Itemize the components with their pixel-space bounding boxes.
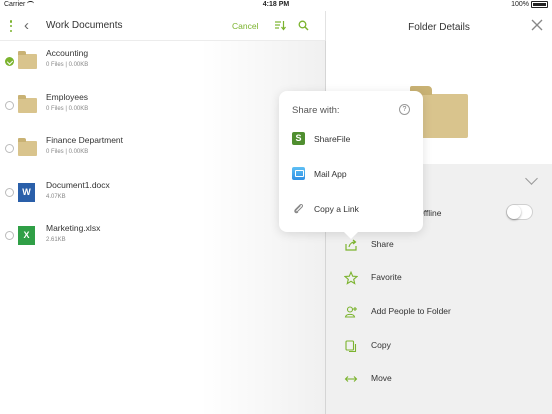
folder-icon: [18, 138, 37, 156]
selection-checkbox[interactable]: [5, 231, 14, 240]
share-option-copy-link[interactable]: Copy a Link: [279, 199, 423, 219]
file-name: Employees: [46, 91, 89, 102]
selection-checkbox[interactable]: [5, 187, 14, 197]
share-option-mail-app[interactable]: Mail App: [279, 164, 423, 184]
word-doc-icon: W: [18, 182, 35, 202]
action-label: Share: [371, 239, 394, 249]
folder-icon: [18, 94, 37, 113]
sharefile-icon: S: [292, 132, 305, 145]
move-icon: [344, 376, 358, 382]
file-row-finance-department[interactable]: Finance Department 0 Files | 0.00KB: [0, 128, 325, 172]
star-icon: [344, 271, 358, 285]
share-popover: Share with: ? S ShareFile Mail App Copy …: [279, 91, 423, 239]
file-list: Accounting 0 Files | 0.00KB Employees 0 …: [0, 41, 325, 259]
file-row-marketing[interactable]: X Marketing.xlsx 2.61KB: [0, 215, 325, 259]
selection-checkbox[interactable]: [5, 144, 14, 153]
action-move[interactable]: Move: [326, 370, 552, 390]
file-meta: 0 Files | 0.00KB: [46, 62, 89, 68]
share-option-label: Copy a Link: [314, 204, 359, 214]
file-meta: 4.07KB: [46, 193, 66, 200]
folder-title: Work Documents: [46, 20, 123, 31]
sort-icon[interactable]: [274, 19, 286, 31]
battery-indicator: 100%: [511, 1, 548, 8]
file-row-accounting[interactable]: Accounting 0 Files | 0.00KB: [0, 41, 325, 85]
file-meta: 2.61KB: [46, 237, 66, 243]
mail-icon: [292, 167, 305, 180]
file-name: Finance Department: [46, 135, 124, 145]
action-label: Copy: [371, 340, 391, 350]
search-icon[interactable]: [298, 20, 309, 31]
details-title: Folder Details: [408, 22, 470, 33]
action-add-people[interactable]: Add People to Folder: [326, 303, 552, 323]
file-row-document1[interactable]: W Document1.docx 4.07KB: [0, 172, 325, 216]
copy-icon: [345, 340, 357, 353]
action-copy[interactable]: Copy: [326, 337, 552, 357]
battery-percent: 100%: [511, 1, 529, 8]
selection-checkbox[interactable]: [5, 100, 14, 110]
folder-icon: [18, 51, 37, 69]
help-icon[interactable]: ?: [399, 104, 410, 115]
file-name: Accounting: [46, 48, 89, 58]
action-label: Move: [371, 373, 392, 383]
paperclip-icon: [294, 203, 304, 214]
close-icon[interactable]: [531, 19, 543, 31]
popover-title: Share with:: [292, 105, 340, 116]
chevron-down-icon[interactable]: [525, 172, 538, 185]
share-icon: [345, 239, 357, 251]
cancel-button[interactable]: Cancel: [232, 21, 258, 31]
file-name: Marketing.xlsx: [46, 223, 101, 233]
share-option-label: ShareFile: [314, 134, 351, 144]
file-row-employees[interactable]: Employees 0 Files | 0.00KB: [0, 85, 325, 129]
file-meta: 0 Files | 0.00KB: [46, 149, 89, 155]
action-label: Favorite: [371, 272, 402, 282]
excel-doc-icon: X: [18, 226, 35, 245]
status-bar: Carrier 4:18 PM 100%: [0, 0, 552, 11]
file-browser-header: ‹ Work Documents Cancel: [0, 11, 325, 41]
share-option-sharefile[interactable]: S ShareFile: [279, 129, 423, 149]
action-label: Add People to Folder: [371, 306, 451, 316]
file-name: Document1.docx: [46, 179, 110, 190]
add-person-icon: [344, 306, 357, 318]
more-menu-icon[interactable]: [9, 20, 13, 32]
selection-checkbox[interactable]: [5, 57, 14, 66]
file-meta: 0 Files | 0.00KB: [46, 105, 89, 112]
file-browser-pane: ‹ Work Documents Cancel Accounting 0 Fil…: [0, 11, 326, 414]
offline-toggle[interactable]: [506, 204, 533, 220]
back-icon[interactable]: ‹: [24, 18, 29, 33]
action-share[interactable]: Share: [326, 236, 552, 256]
clock: 4:18 PM: [262, 1, 290, 8]
share-option-label: Mail App: [314, 169, 347, 179]
action-favorite[interactable]: Favorite: [326, 269, 552, 289]
battery-icon: [531, 1, 548, 8]
